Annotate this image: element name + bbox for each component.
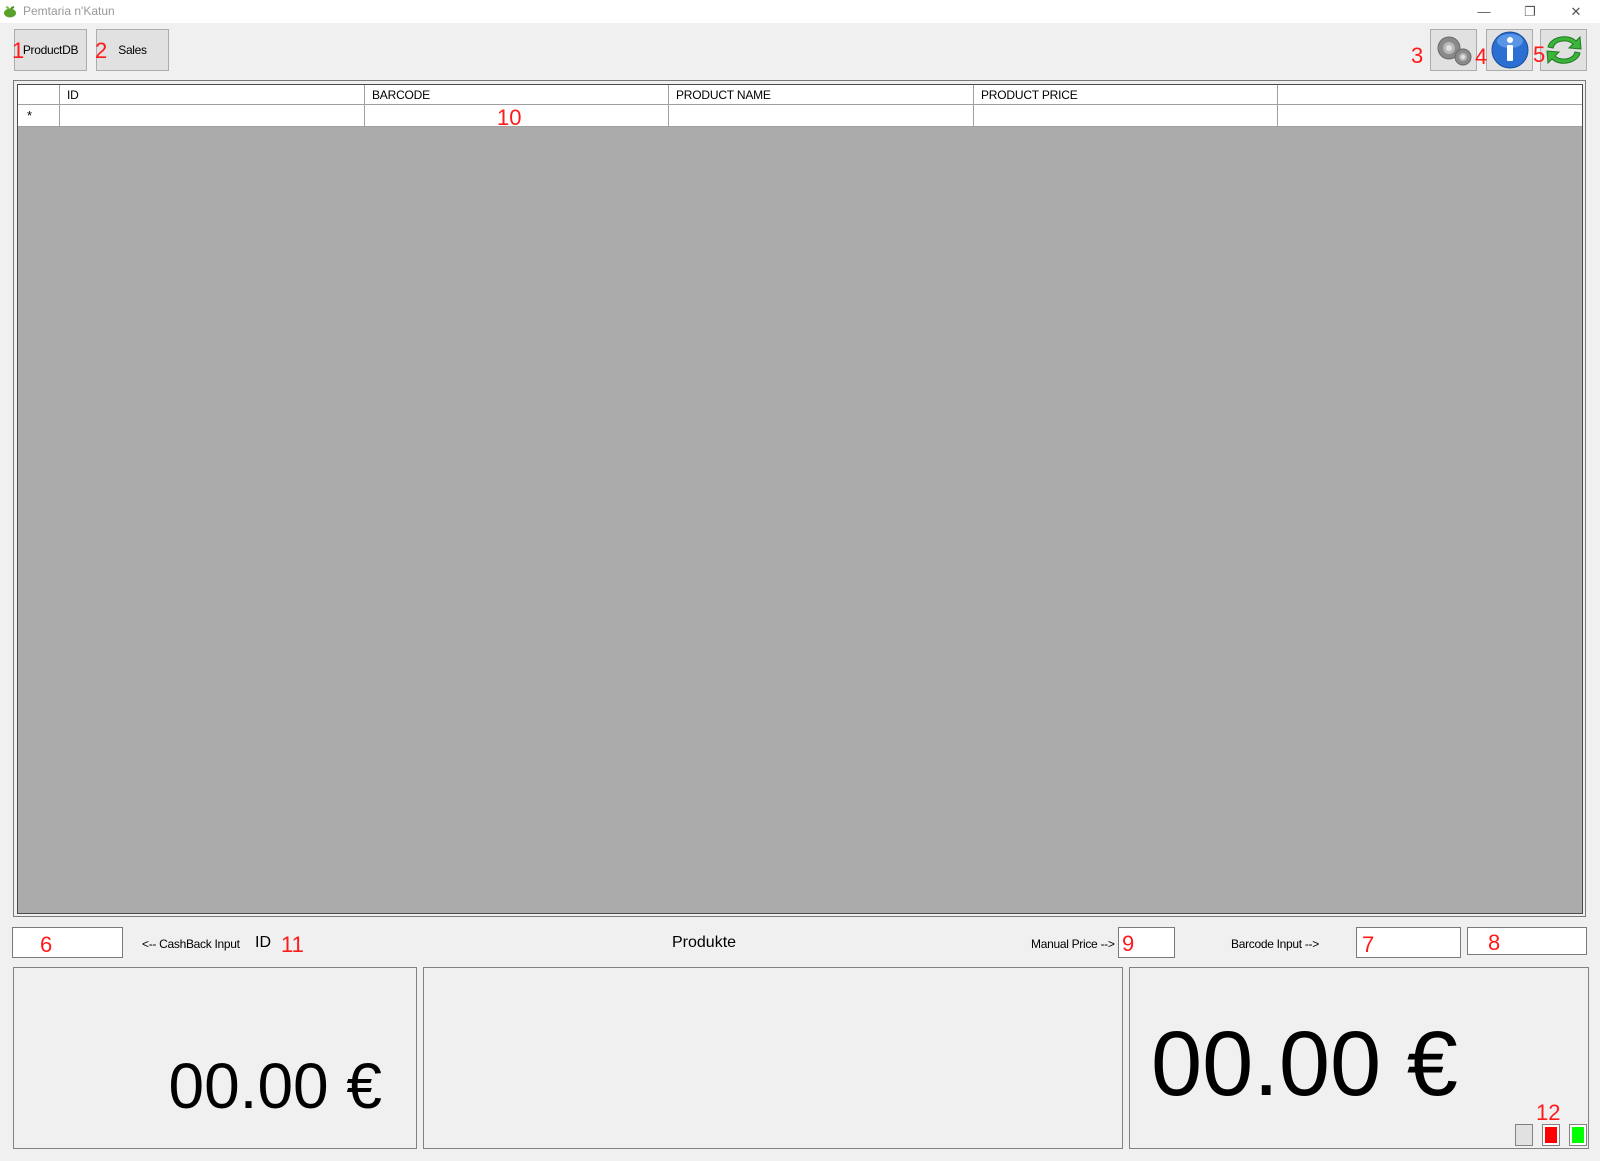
annotation-3: 3 <box>1411 43 1424 68</box>
annotation-12: 12 <box>1536 1100 1561 1125</box>
annotation-5: 5 <box>1533 42 1546 67</box>
annotation-10: 10 <box>497 105 522 130</box>
annotation-1: 1 <box>12 38 25 63</box>
cashback-amount: 00.00 € <box>168 1050 382 1122</box>
total-panel: 00.00 € <box>1129 967 1589 1149</box>
grid-header: ID BARCODE PRODUCT NAME PRODUCT PRICE <box>18 85 1582 105</box>
annotation-2: 2 <box>95 38 108 63</box>
productdb-button[interactable]: ProductDB <box>14 29 87 71</box>
column-header-product-name[interactable]: PRODUCT NAME <box>669 85 974 104</box>
column-header-extra[interactable] <box>1278 85 1582 104</box>
annotation-6: 6 <box>40 932 53 957</box>
column-header-barcode[interactable]: BARCODE <box>365 85 669 104</box>
status-indicator-neutral <box>1515 1124 1533 1146</box>
new-row-marker: * <box>18 105 60 126</box>
app-logo-icon <box>4 6 16 18</box>
cashback-input[interactable] <box>12 927 123 958</box>
id-label: ID <box>255 934 271 951</box>
refresh-arrows-icon <box>1545 35 1582 65</box>
products-panel <box>423 967 1123 1149</box>
product-grid[interactable]: ID BARCODE PRODUCT NAME PRODUCT PRICE * <box>17 84 1583 914</box>
total-amount: 00.00 € <box>1151 1013 1458 1115</box>
restore-button[interactable]: ❐ <box>1507 0 1553 23</box>
refresh-button[interactable] <box>1540 29 1587 71</box>
annotation-7: 7 <box>1362 932 1375 957</box>
status-indicator-green <box>1569 1124 1587 1146</box>
minimize-button[interactable]: — <box>1461 0 1507 23</box>
cell-id[interactable] <box>60 105 365 126</box>
row-header-corner <box>18 85 60 104</box>
settings-button[interactable] <box>1430 29 1477 71</box>
column-header-id[interactable]: ID <box>60 85 365 104</box>
annotation-4: 4 <box>1475 44 1488 69</box>
manual-price-label: Manual Price --> <box>1031 937 1115 951</box>
close-button[interactable]: ✕ <box>1553 0 1599 23</box>
status-indicator-red <box>1542 1124 1560 1146</box>
info-button[interactable] <box>1486 29 1533 71</box>
annotation-8: 8 <box>1488 930 1501 955</box>
column-header-product-price[interactable]: PRODUCT PRICE <box>974 85 1278 104</box>
window-title: Pemtaria n'Katun <box>23 4 115 18</box>
table-row[interactable]: * <box>18 105 1582 127</box>
products-label: Produkte <box>672 934 737 951</box>
annotation-9: 9 <box>1122 931 1135 956</box>
info-icon <box>1491 31 1528 69</box>
cell-product-name[interactable] <box>669 105 974 126</box>
barcode-extra-input[interactable] <box>1467 927 1587 955</box>
cell-extra[interactable] <box>1278 105 1582 126</box>
cell-product-price[interactable] <box>974 105 1278 126</box>
title-bar: Pemtaria n'Katun — ❐ ✕ <box>0 0 1600 23</box>
annotation-11: 11 <box>281 932 304 957</box>
cashback-input-label: <-- CashBack Input <box>142 937 240 951</box>
gears-icon <box>1437 36 1471 66</box>
cashback-total-panel: 00.00 € <box>13 967 417 1149</box>
barcode-input-label: Barcode Input --> <box>1231 937 1319 951</box>
